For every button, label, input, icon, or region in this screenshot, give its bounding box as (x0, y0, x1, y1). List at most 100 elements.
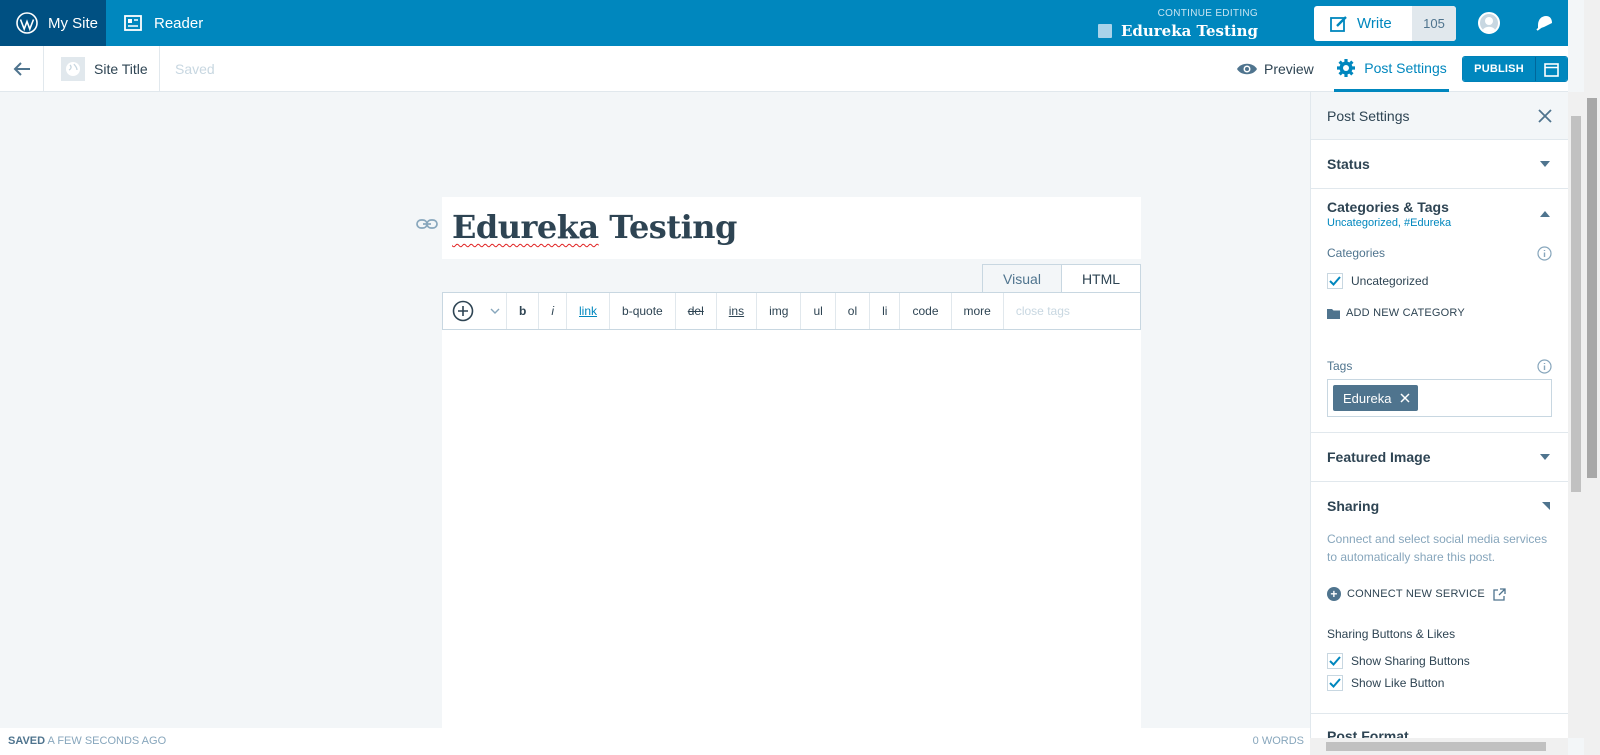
categories-tags-summary: Uncategorized, #Edureka (1327, 217, 1452, 229)
show-sharing-buttons-option[interactable]: Show Sharing Buttons (1311, 652, 1568, 670)
write-label: Write (1357, 15, 1392, 32)
continue-editing[interactable]: CONTINUE EDITING Edureka Testing (1097, 8, 1258, 40)
sharing-description: Connect and select social media services… (1327, 532, 1548, 564)
category-uncategorized[interactable]: Uncategorized (1311, 271, 1568, 291)
continue-editing-title: Edureka Testing (1120, 22, 1258, 40)
tab-visual[interactable]: Visual (982, 264, 1062, 292)
chevron-down-icon (490, 308, 499, 314)
post-title-input[interactable]: Edureka Testing (452, 208, 737, 246)
status-section: Status (1311, 140, 1568, 189)
external-link-icon (1493, 587, 1506, 601)
post-title-word: Edureka (452, 208, 599, 246)
toolbar-italic[interactable]: i (539, 293, 568, 329)
toolbar-link[interactable]: link (567, 293, 611, 329)
toolbar-code[interactable]: code (900, 293, 952, 329)
sidebar-horizontal-scrollbar[interactable] (1310, 738, 1568, 755)
site-title: Site Title (94, 61, 148, 77)
sidebar-scrollbar[interactable] (1568, 92, 1584, 738)
show-sharing-checkbox[interactable] (1327, 653, 1343, 669)
featured-image-label: Featured Image (1327, 449, 1431, 465)
site-selector[interactable]: Site Title (44, 46, 160, 92)
show-like-label: Show Like Button (1351, 676, 1445, 690)
horizontal-scrollbar-thumb[interactable] (1326, 742, 1546, 751)
sharing-label: Sharing (1327, 498, 1380, 514)
post-settings-label: Post Settings (1364, 59, 1447, 76)
show-like-button-option[interactable]: Show Like Button (1311, 674, 1568, 692)
tags-label: Tags (1327, 359, 1353, 373)
post-content-editor[interactable] (442, 330, 1141, 728)
back-button[interactable] (0, 46, 44, 92)
tags-label-row: Tags (1311, 357, 1568, 375)
toolbar-del[interactable]: del (676, 293, 717, 329)
tags-input[interactable]: Edureka (1327, 379, 1552, 417)
calendar-icon (1544, 62, 1559, 77)
html-toolbar: b i link b-quote del ins img ul ol li co… (442, 292, 1141, 330)
insert-dropdown[interactable] (483, 293, 507, 329)
reader-label: Reader (154, 14, 204, 32)
status-header[interactable]: Status (1311, 140, 1568, 188)
toolbar-ol[interactable]: ol (836, 293, 871, 329)
toolbar-ins[interactable]: ins (717, 293, 758, 329)
categories-tags-section: Categories & Tags Uncategorized, #Edurek… (1311, 189, 1568, 433)
show-like-checkbox[interactable] (1327, 675, 1343, 691)
toolbar-ul[interactable]: ul (801, 293, 836, 329)
post-title-word: Testing (609, 208, 737, 246)
info-icon[interactable] (1537, 358, 1552, 374)
saved-time: A FEW SECONDS AGO (47, 735, 167, 747)
masterbar: My Site Reader CONTINUE EDITING Edureka … (0, 0, 1568, 46)
categories-tags-label: Categories & Tags (1327, 199, 1449, 215)
avatar[interactable] (1478, 12, 1500, 34)
info-icon[interactable] (1537, 245, 1552, 261)
featured-image-header[interactable]: Featured Image (1311, 433, 1568, 481)
sharing-buttons-heading: Sharing Buttons & Likes (1327, 627, 1456, 641)
toolbar-img[interactable]: img (757, 293, 802, 329)
connect-new-service-button[interactable]: + CONNECT NEW SERVICE (1311, 586, 1568, 602)
tab-html[interactable]: HTML (1062, 264, 1141, 292)
toolbar-more[interactable]: more (952, 293, 1004, 329)
folder-icon (1327, 308, 1340, 319)
permalink-icon[interactable] (416, 217, 438, 235)
tag-label: Edureka (1343, 390, 1392, 406)
toolbar-close-tags[interactable]: close tags (1004, 293, 1082, 329)
check-icon (1329, 656, 1341, 666)
publish-group: PUBLISH (1462, 56, 1568, 82)
sharing-section: Sharing Connect and select social media … (1311, 482, 1568, 714)
continue-editing-label: CONTINUE EDITING (1157, 8, 1258, 19)
write-button[interactable]: Write 105 (1314, 6, 1456, 41)
drafts-count[interactable]: 105 (1412, 6, 1456, 41)
toolbar-li[interactable]: li (870, 293, 901, 329)
schedule-button[interactable] (1535, 57, 1567, 81)
toolbar-bold[interactable]: b (507, 293, 540, 329)
add-media-button[interactable] (443, 293, 483, 329)
gear-icon (1337, 58, 1356, 77)
sidebar-scrollbar-thumb[interactable] (1571, 116, 1581, 492)
editor-footer: SAVED A FEW SECONDS AGO 0 WORDS (0, 728, 1310, 755)
check-icon (1329, 678, 1341, 688)
notifications-icon[interactable] (1534, 13, 1554, 38)
toolbar-blockquote[interactable]: b-quote (610, 293, 676, 329)
eye-icon (1237, 63, 1257, 75)
categories-tags-header[interactable]: Categories & Tags Uncategorized, #Edurek… (1311, 189, 1568, 239)
editor-ground-control: Site Title Saved Preview Post Settings P… (0, 46, 1568, 92)
post-settings-toggle[interactable]: Post Settings (1334, 46, 1449, 92)
reader-button[interactable]: Reader (124, 0, 203, 46)
plus-circle-icon (452, 300, 474, 322)
check-icon (1329, 276, 1341, 286)
category-label: Uncategorized (1351, 274, 1429, 288)
chevron-up-icon (1540, 211, 1550, 217)
page-scrollbar-thumb[interactable] (1587, 98, 1597, 478)
save-status: Saved (175, 61, 215, 77)
close-icon[interactable] (1538, 108, 1552, 123)
add-new-category-button[interactable]: ADD NEW CATEGORY (1311, 305, 1568, 321)
category-checkbox[interactable] (1327, 273, 1343, 289)
word-count: 0 WORDS (1252, 735, 1304, 747)
add-new-category-label: ADD NEW CATEGORY (1346, 307, 1465, 319)
post-settings-sidebar: Post Settings Status Categories & Tags U… (1310, 92, 1568, 755)
publish-button[interactable]: PUBLISH (1463, 57, 1535, 81)
chevron-down-icon (1540, 161, 1550, 167)
sharing-header[interactable]: Sharing (1311, 482, 1568, 530)
my-site-button[interactable]: My Site (0, 0, 106, 46)
close-icon[interactable] (1400, 393, 1410, 403)
page-scrollbar[interactable] (1584, 0, 1600, 755)
preview-button[interactable]: Preview (1236, 46, 1314, 92)
